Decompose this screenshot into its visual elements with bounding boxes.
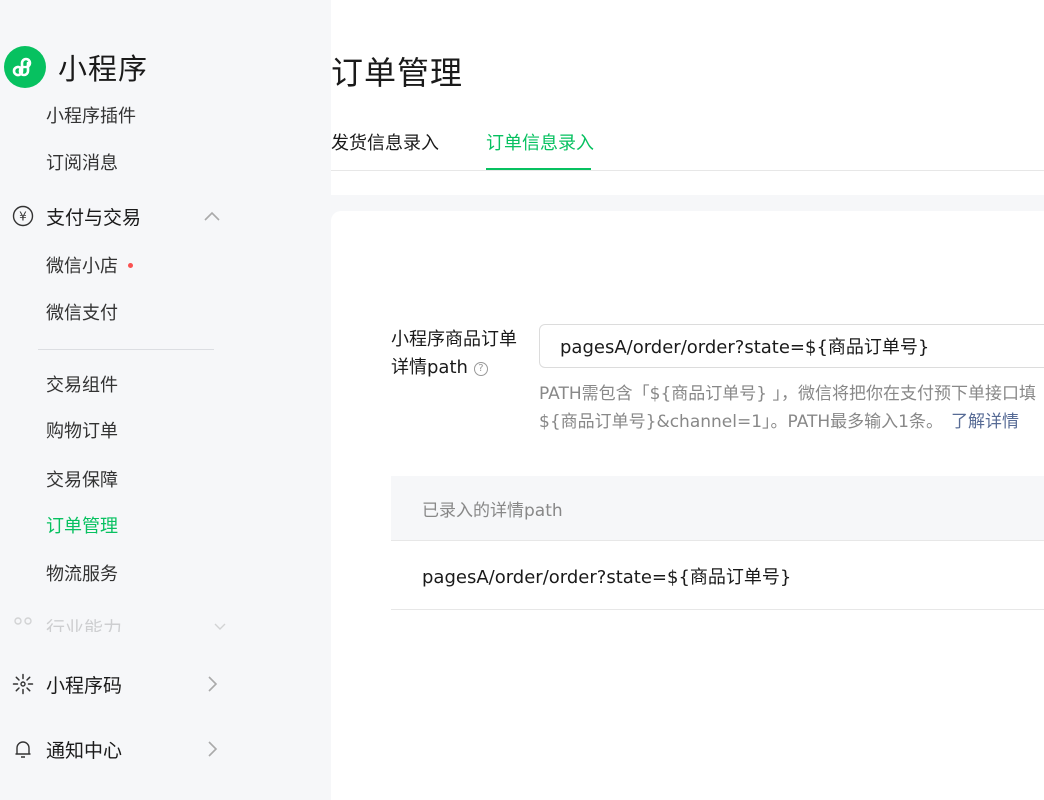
table-header: 已录入的详情path [391, 476, 1044, 541]
chevron-down-icon [212, 617, 228, 633]
sidebar-item-subscription[interactable]: 订阅消息 [46, 152, 118, 176]
sidebar-group-label: 小程序码 [46, 674, 123, 697]
form-label: 小程序商品订单详情path? [391, 326, 523, 382]
sidebar-group-payment[interactable]: ¥ 支付与交易 [12, 202, 222, 230]
page-title: 订单管理 [331, 54, 464, 92]
qrcode-icon [12, 673, 34, 695]
brand[interactable]: 小程序 [4, 46, 148, 88]
industry-icon [12, 614, 34, 632]
tab-shipping-info[interactable]: 发货信息录入 [331, 130, 439, 170]
chevron-up-icon[interactable] [202, 206, 222, 226]
notification-dot [128, 262, 133, 268]
bell-icon [12, 738, 34, 760]
tab-order-info[interactable]: 订单信息录入 [486, 130, 594, 170]
help-icon[interactable]: ? [473, 362, 488, 376]
chevron-right-icon [202, 739, 222, 759]
sidebar-item-label: 微信小店 [46, 256, 118, 277]
sidebar-item-shopping-orders[interactable]: 购物订单 [46, 420, 118, 444]
form-hint: PATH需包含「${商品订单号} 」，微信将把你在支付预下单接口填 ${商品订单… [539, 380, 1044, 436]
brand-name: 小程序 [58, 52, 149, 86]
sidebar-group-label: 支付与交易 [46, 206, 142, 229]
sidebar-item-logistics[interactable]: 物流服务 [46, 563, 118, 587]
sidebar-item-wechat-pay[interactable]: 微信支付 [46, 302, 118, 326]
tab-bar-divider [331, 170, 1044, 171]
sidebar-item-wechat-shop[interactable]: 微信小店 [46, 255, 133, 279]
sidebar-group-label: 行业能力 [46, 618, 123, 632]
sidebar-item-order-management[interactable]: 订单管理 [46, 515, 118, 539]
yuan-icon: ¥ [12, 205, 34, 227]
sidebar-group-industry[interactable]: 行业能力 [0, 592, 262, 632]
learn-more-link[interactable]: 了解详情 [951, 412, 1019, 432]
sidebar-item-trade-guarantee[interactable]: 交易保障 [46, 469, 118, 493]
mini-program-logo-icon [4, 46, 46, 88]
path-input[interactable] [539, 324, 1044, 368]
table-header-label: 已录入的详情path [422, 501, 563, 521]
sidebar-item-plugins[interactable]: 小程序插件 [46, 105, 136, 129]
sidebar-group-qrcode[interactable]: 小程序码 [12, 670, 222, 698]
sidebar-divider [38, 349, 214, 350]
form-hint-line: ${商品订单号}&channel=1」。PATH最多输入1条。 [539, 412, 943, 432]
sidebar: 小程序 小程序插件 订阅消息 ¥ 支付与交易 微信小店 微信支付 交易组件 购物… [0, 0, 331, 800]
form-hint-line: PATH需包含「${商品订单号} 」，微信将把你在支付预下单接口填 [539, 384, 1036, 404]
table-cell-path: pagesA/order/order?state=${商品订单号} [422, 567, 792, 588]
sidebar-group-label: 通知中心 [46, 739, 123, 762]
form-label-text: 小程序商品订单详情path [391, 329, 517, 378]
table-row[interactable]: pagesA/order/order?state=${商品订单号} [391, 541, 1044, 610]
chevron-right-icon [202, 674, 222, 694]
svg-text:¥: ¥ [19, 210, 27, 224]
sidebar-group-notifications[interactable]: 通知中心 [12, 735, 222, 763]
sidebar-item-trade-components[interactable]: 交易组件 [46, 374, 118, 398]
